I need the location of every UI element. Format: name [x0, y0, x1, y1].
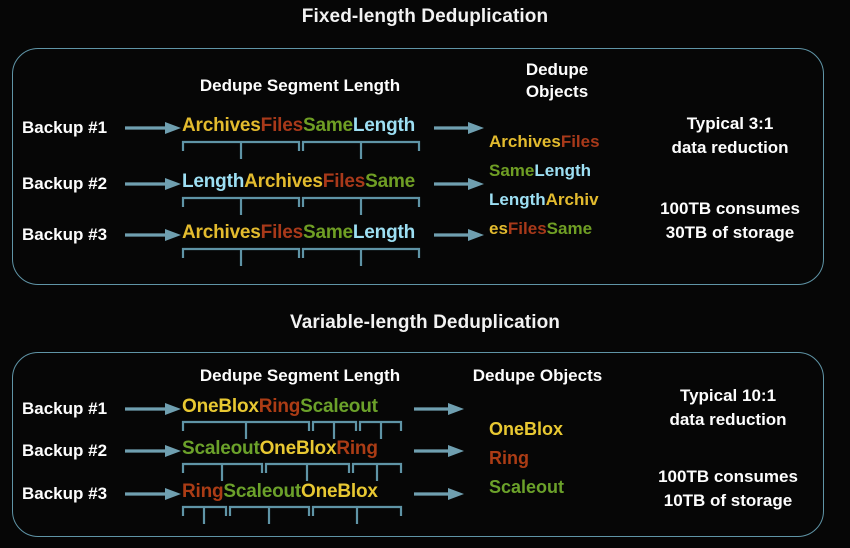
- variable-object-arrow-2: [414, 445, 464, 457]
- segment-word: Files: [260, 115, 304, 136]
- fixed-bracket-row-2: [181, 196, 421, 215]
- fixed-sequence-row-1: ArchivesFilesSameLength: [182, 115, 415, 137]
- object-word: Ring: [489, 448, 529, 468]
- variable-note-ratio: Typical 10:1 data reduction: [628, 384, 828, 432]
- segment-word: Same: [302, 222, 353, 243]
- segment-word: Same: [302, 115, 353, 136]
- object-word: es: [489, 219, 508, 238]
- segment-word: Length: [352, 222, 416, 243]
- variable-ratio-line-1: Typical 10:1: [679, 386, 777, 405]
- fixed-storage-line-2: 30TB of storage: [665, 223, 795, 243]
- object-word: OneBlox: [489, 419, 564, 439]
- panel-fixed-length: Fixed-length Deduplication: [0, 6, 850, 28]
- fixed-sequence-row-2: LengthArchivesFilesSame: [182, 171, 415, 193]
- segment-word: Ring: [258, 396, 301, 417]
- fixed-header-objects-line1: Dedupe: [525, 60, 589, 79]
- variable-note-storage: 100TB consumes 10TB of storage: [628, 465, 828, 513]
- object-word: Length: [534, 161, 592, 180]
- variable-bracket-row-2: [181, 462, 403, 481]
- fixed-ratio-line-1: Typical 3:1: [686, 114, 774, 133]
- fixed-header-segment: Dedupe Segment Length: [199, 76, 401, 95]
- fixed-note-ratio: Typical 3:1 data reduction: [630, 112, 830, 160]
- fixed-arrow-backup-3: [125, 229, 181, 241]
- object-word: Archives: [489, 132, 561, 151]
- panel-fixed-title: Fixed-length Deduplication: [301, 6, 549, 27]
- segment-word: Length: [182, 171, 245, 192]
- fixed-row-label-1: Backup #1: [22, 118, 108, 137]
- fixed-ratio-line-2: data reduction: [671, 138, 789, 158]
- object-word: Scaleout: [489, 477, 565, 497]
- fixed-bracket-row-1: [181, 140, 421, 159]
- variable-object-line-2: Ring: [489, 448, 529, 469]
- variable-ratio-line-2: data reduction: [669, 410, 787, 430]
- variable-arrow-backup-2: [125, 445, 181, 457]
- object-word: Archiv: [545, 190, 599, 209]
- fixed-object-arrow-2: [434, 178, 484, 190]
- fixed-object-line-4: esFilesSame: [489, 219, 592, 239]
- variable-storage-line-2: 10TB of storage: [663, 491, 793, 511]
- segment-word: OneBlox: [259, 438, 337, 459]
- fixed-row-label-3: Backup #3: [22, 225, 108, 244]
- variable-sequence-row-3: RingScaleoutOneBlox: [182, 481, 378, 503]
- variable-arrow-backup-1: [125, 403, 181, 415]
- variable-row-label-2: Backup #2: [22, 441, 108, 460]
- variable-bracket-row-3: [181, 505, 403, 524]
- variable-object-arrow-3: [414, 488, 464, 500]
- variable-storage-line-1: 100TB consumes: [658, 467, 798, 486]
- segment-word: Archives: [244, 171, 323, 192]
- segment-word: Archives: [182, 115, 261, 136]
- segment-word: OneBlox: [301, 481, 378, 502]
- fixed-object-arrow-3: [434, 229, 484, 241]
- fixed-bracket-row-3: [181, 247, 421, 266]
- segment-word: Length: [352, 115, 416, 136]
- object-word: Files: [560, 132, 600, 151]
- segment-word: Same: [365, 171, 416, 192]
- fixed-object-line-3: LengthArchiv: [489, 190, 599, 210]
- segment-word: Scaleout: [300, 396, 378, 417]
- segment-word: Ring: [336, 438, 378, 459]
- segment-word: Files: [322, 171, 366, 192]
- panel-variable-title: Variable-length Deduplication: [290, 312, 560, 333]
- panel-variable-length: Variable-length Deduplication: [0, 312, 850, 334]
- variable-object-line-3: Scaleout: [489, 477, 564, 498]
- variable-object-line-1: OneBlox: [489, 419, 563, 440]
- fixed-header-objects-line2: Objects: [525, 82, 589, 101]
- segment-word: Scaleout: [182, 438, 260, 459]
- object-word: Same: [489, 161, 535, 180]
- variable-bracket-row-1: [181, 420, 403, 439]
- object-word: Files: [507, 219, 547, 238]
- variable-row-label-1: Backup #1: [22, 399, 108, 418]
- fixed-object-arrow-1: [434, 122, 484, 134]
- fixed-arrow-backup-2: [125, 178, 181, 190]
- variable-object-arrow-1: [414, 403, 464, 415]
- variable-header-segment: Dedupe Segment Length: [199, 366, 401, 385]
- fixed-sequence-row-3: ArchivesFilesSameLength: [182, 222, 415, 244]
- segment-word: OneBlox: [182, 396, 259, 417]
- segment-word: Ring: [182, 481, 224, 502]
- segment-word: Files: [260, 222, 304, 243]
- object-word: Same: [546, 219, 593, 238]
- variable-sequence-row-1: OneBloxRingScaleout: [182, 396, 378, 418]
- variable-arrow-backup-3: [125, 488, 181, 500]
- fixed-row-label-2: Backup #2: [22, 174, 108, 193]
- fixed-object-line-1: ArchivesFiles: [489, 132, 600, 152]
- fixed-object-line-2: SameLength: [489, 161, 591, 181]
- segment-word: Archives: [182, 222, 261, 243]
- variable-sequence-row-2: ScaleoutOneBloxRing: [182, 438, 378, 460]
- fixed-arrow-backup-1: [125, 122, 181, 134]
- variable-header-objects: Dedupe Objects: [472, 366, 603, 385]
- fixed-note-storage: 100TB consumes 30TB of storage: [630, 197, 830, 245]
- segment-word: Scaleout: [223, 481, 302, 502]
- fixed-storage-line-1: 100TB consumes: [660, 199, 800, 218]
- object-word: Length: [489, 190, 546, 209]
- variable-row-label-3: Backup #3: [22, 484, 108, 503]
